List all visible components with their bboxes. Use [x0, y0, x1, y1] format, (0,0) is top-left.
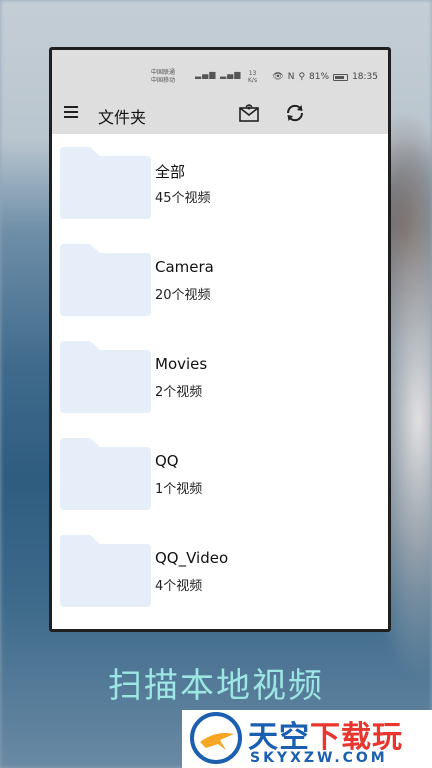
- video-count: 1个视频: [155, 482, 203, 497]
- list-item[interactable]: Camera 20个视频: [52, 231, 388, 328]
- list-item[interactable]: QQ 1个视频: [52, 425, 388, 522]
- video-count: 2个视频: [155, 385, 203, 400]
- site-logo-icon: [190, 712, 242, 764]
- carrier-labels: 中国联通 中国移动: [151, 69, 175, 85]
- list-item[interactable]: QQ_Video 4个视频: [52, 522, 388, 619]
- list-item[interactable]: Movies 2个视频: [52, 328, 388, 425]
- signal-icon: ▂▄▆ ▂▄▆: [195, 70, 242, 79]
- list-item[interactable]: 全部 45个视频: [52, 134, 388, 231]
- clock: 18:35: [352, 72, 378, 82]
- video-count: 45个视频: [155, 191, 211, 206]
- eye-icon: 👁: [272, 72, 284, 82]
- folder-icon: [60, 147, 151, 219]
- carrier-1: 中国联通: [151, 69, 176, 76]
- folder-name: QQ: [155, 452, 179, 470]
- folder-icon: [60, 341, 151, 413]
- network-speed-value: 13: [248, 70, 257, 77]
- watermark-subtitle: SKYXZW.COM: [250, 750, 388, 766]
- video-count: 4个视频: [155, 579, 203, 594]
- page-title: 文件夹: [98, 108, 147, 127]
- folder-icon: [60, 438, 151, 510]
- carrier-2: 中国移动: [151, 77, 176, 84]
- battery-percent: 81%: [309, 72, 330, 82]
- site-watermark: 天空下载玩 SKYXZW.COM: [182, 710, 432, 768]
- phone-screen: 中国联通 中国移动 ▂▄▆ ▂▄▆ 13 K/s 👁 N ⚲ 81% 18:35…: [49, 47, 391, 632]
- nfc-icon: N: [287, 72, 295, 82]
- hamburger-menu-icon[interactable]: [64, 106, 78, 118]
- location-icon: ⚲: [298, 72, 306, 82]
- folder-name: Movies: [155, 355, 208, 373]
- folder-name: 全部: [155, 163, 186, 181]
- folder-list: 全部 45个视频 Camera 20个视频 Movies 2个视频 QQ 1个视…: [52, 134, 388, 619]
- network-speed: 13 K/s: [248, 70, 257, 84]
- folder-icon: [60, 244, 151, 316]
- folder-name: Camera: [155, 258, 214, 276]
- folder-icon: [60, 535, 151, 607]
- status-right: 👁 N ⚲ 81% 18:35: [272, 72, 378, 82]
- mail-icon[interactable]: [238, 102, 260, 124]
- network-speed-unit: K/s: [248, 77, 258, 84]
- promo-caption: 扫描本地视频: [108, 666, 324, 706]
- app-bar: 文件夹: [52, 92, 388, 134]
- video-count: 20个视频: [155, 288, 211, 303]
- refresh-icon[interactable]: [284, 102, 306, 124]
- battery-icon: [333, 73, 349, 81]
- folder-name: QQ_Video: [155, 549, 229, 567]
- status-bar: 中国联通 中国移动 ▂▄▆ ▂▄▆ 13 K/s 👁 N ⚲ 81% 18:35: [52, 50, 388, 92]
